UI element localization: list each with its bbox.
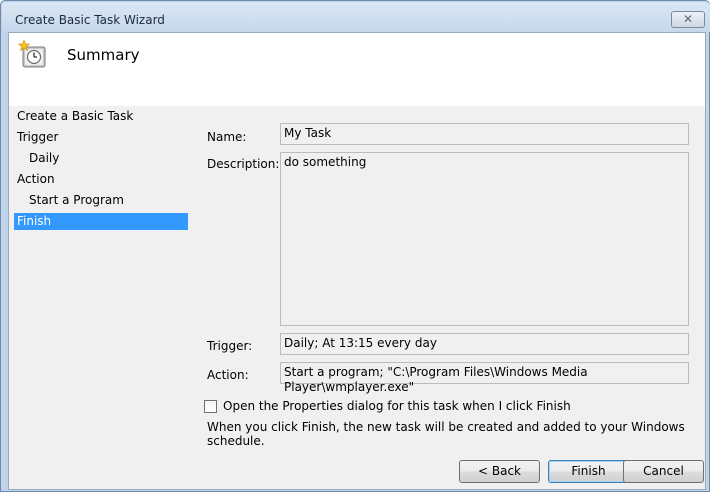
finish-info-text: When you click Finish, the new task will… bbox=[207, 420, 685, 448]
wizard-header: Summary bbox=[9, 33, 705, 106]
action-field: Start a program; "C:\Program Files\Windo… bbox=[280, 362, 689, 394]
open-properties-label[interactable]: Open the Properties dialog for this task… bbox=[223, 399, 571, 413]
sidebar-item-finish[interactable]: Finish bbox=[14, 213, 188, 230]
title-bar[interactable]: Create Basic Task Wizard ✕ bbox=[2, 2, 710, 32]
action-label: Action: bbox=[207, 368, 249, 382]
cancel-button[interactable]: Cancel bbox=[623, 460, 704, 483]
window-title: Create Basic Task Wizard bbox=[15, 13, 165, 27]
description-field: do something bbox=[280, 152, 689, 326]
close-icon: ✕ bbox=[682, 12, 694, 26]
sidebar-item-create-basic-task[interactable]: Create a Basic Task bbox=[14, 108, 188, 125]
name-label: Name: bbox=[207, 130, 247, 144]
trigger-field: Daily; At 13:15 every day bbox=[280, 333, 689, 355]
wizard-client-area: Summary Create a Basic Task Trigger Dail… bbox=[8, 32, 706, 490]
sidebar-item-action[interactable]: Action bbox=[14, 171, 188, 188]
page-title: Summary bbox=[67, 46, 140, 64]
description-label: Description: bbox=[207, 157, 280, 171]
sidebar-item-start-a-program[interactable]: Start a Program bbox=[14, 192, 188, 209]
back-button[interactable]: < Back bbox=[459, 460, 540, 483]
open-properties-checkbox[interactable] bbox=[204, 400, 217, 413]
sidebar-item-trigger[interactable]: Trigger bbox=[14, 129, 188, 146]
name-field: My Task bbox=[280, 123, 689, 145]
task-scheduler-clock-icon bbox=[18, 39, 46, 68]
finish-button[interactable]: Finish bbox=[548, 460, 629, 483]
wizard-window: Create Basic Task Wizard ✕ Summary Creat… bbox=[0, 0, 710, 492]
close-button[interactable]: ✕ bbox=[671, 11, 705, 28]
sidebar-item-daily[interactable]: Daily bbox=[14, 150, 188, 167]
trigger-label: Trigger: bbox=[207, 339, 253, 353]
